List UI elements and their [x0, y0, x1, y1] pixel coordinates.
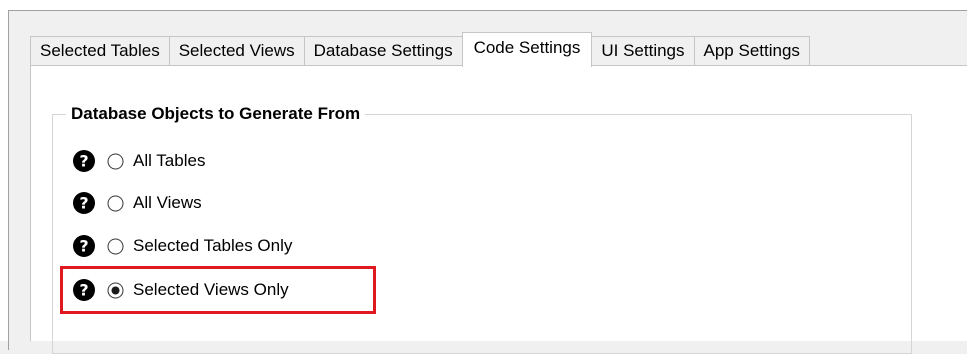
tab-strip: Selected Tables Selected Views Database …	[30, 32, 810, 67]
selected-tables-only-radio[interactable]	[107, 238, 124, 255]
all-views-label[interactable]: All Views	[133, 193, 202, 213]
groupbox-title: Database Objects to Generate From	[66, 103, 366, 125]
selected-views-only-radio[interactable]	[107, 282, 124, 299]
svg-text:?: ?	[79, 281, 88, 300]
tab-ui-settings[interactable]: UI Settings	[591, 36, 695, 66]
all-tables-radio[interactable]	[107, 153, 124, 170]
option-all-tables: ? All Tables	[72, 147, 205, 175]
help-icon[interactable]: ?	[72, 234, 96, 258]
tab-selected-tables[interactable]: Selected Tables	[30, 36, 170, 66]
svg-text:?: ?	[79, 152, 88, 171]
tab-selected-views[interactable]: Selected Views	[168, 36, 305, 66]
help-icon[interactable]: ?	[72, 191, 96, 215]
tab-database-settings[interactable]: Database Settings	[303, 36, 463, 66]
tab-app-settings[interactable]: App Settings	[693, 36, 810, 66]
svg-text:?: ?	[79, 237, 88, 256]
selected-views-only-label[interactable]: Selected Views Only	[133, 280, 289, 300]
tab-code-settings[interactable]: Code Settings	[461, 32, 593, 67]
svg-text:?: ?	[79, 194, 88, 213]
all-views-radio[interactable]	[107, 195, 124, 212]
option-selected-tables-only: ? Selected Tables Only	[72, 232, 292, 260]
help-icon[interactable]: ?	[72, 149, 96, 173]
help-icon[interactable]: ?	[72, 278, 96, 302]
option-all-views: ? All Views	[72, 189, 202, 217]
option-selected-views-only: ? Selected Views Only	[72, 276, 289, 304]
all-tables-label[interactable]: All Tables	[133, 151, 205, 171]
selected-tables-only-label[interactable]: Selected Tables Only	[133, 236, 292, 256]
